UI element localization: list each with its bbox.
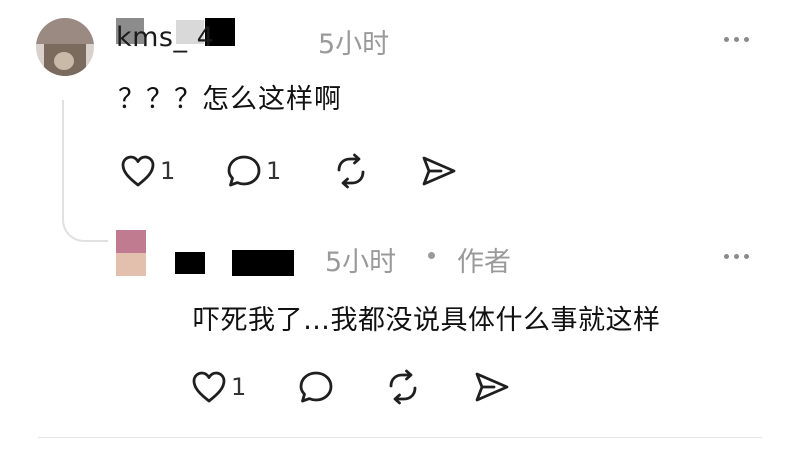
- redaction-block: [175, 252, 205, 274]
- more-options-button[interactable]: [724, 37, 749, 42]
- redaction-block: [232, 250, 294, 276]
- like-button[interactable]: 1: [190, 369, 246, 405]
- repost-button[interactable]: [383, 369, 423, 405]
- send-icon: [475, 372, 509, 402]
- comment-button[interactable]: [297, 369, 335, 405]
- like-count: 1: [160, 157, 176, 185]
- share-button[interactable]: [472, 369, 512, 405]
- repost-button[interactable]: [331, 153, 371, 189]
- timestamp: 5小时: [325, 247, 397, 278]
- share-button[interactable]: [419, 153, 459, 189]
- send-icon: [422, 156, 456, 186]
- like-count: 1: [231, 373, 247, 401]
- comment-bubble-icon: [227, 155, 261, 187]
- author-badge: 作者: [457, 247, 511, 278]
- comment-text: ？？？怎么这样啊: [118, 84, 342, 115]
- heart-icon: [192, 371, 226, 403]
- divider: [38, 437, 762, 438]
- repost-icon: [389, 369, 417, 405]
- username[interactable]: kms_ 4: [116, 22, 214, 53]
- more-horizontal-icon: [724, 37, 729, 42]
- comment-button[interactable]: 1: [225, 153, 281, 189]
- like-button[interactable]: 1: [119, 153, 175, 189]
- more-options-button[interactable]: [724, 254, 749, 259]
- reply-count: 1: [266, 157, 282, 185]
- more-horizontal-icon: [724, 254, 729, 259]
- avatar[interactable]: [116, 230, 146, 276]
- comment-text: 吓死我了…我都没说具体什么事就这样: [193, 305, 661, 336]
- thread-connector: [62, 196, 108, 242]
- timestamp: 5小时: [318, 29, 390, 60]
- comment-bubble-icon: [299, 371, 333, 403]
- avatar[interactable]: [36, 18, 94, 76]
- repost-icon: [337, 153, 365, 189]
- separator-dot: [428, 252, 435, 259]
- heart-icon: [121, 155, 155, 187]
